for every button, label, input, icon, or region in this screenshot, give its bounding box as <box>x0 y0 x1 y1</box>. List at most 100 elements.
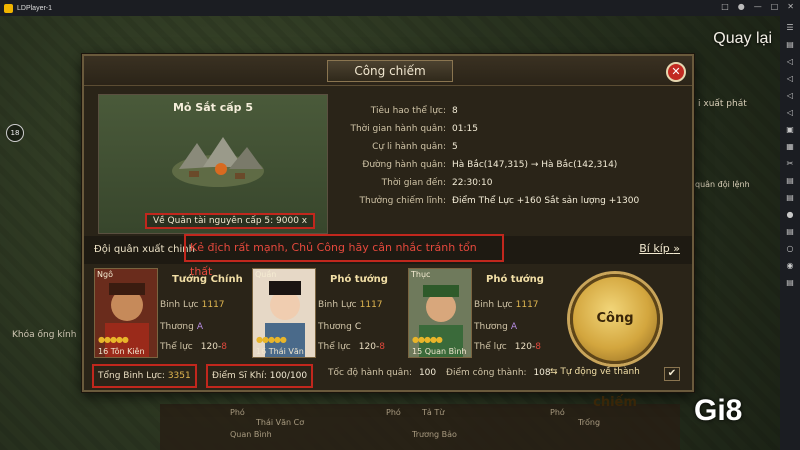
march-speed-label: Tốc độ hành quân: <box>328 368 413 378</box>
sidebar-icon-3[interactable]: ◁ <box>787 56 793 67</box>
troops-stat: Binh Lực 1117 <box>474 300 539 310</box>
total-troops: Tổng Binh Lực: 3351 <box>92 364 197 388</box>
info-value: Điểm Thể Lực +160 Sắt sản lượng +1300 <box>452 196 640 206</box>
sidebar-icon-14[interactable]: ○ <box>787 243 794 254</box>
sidebar-icon-1[interactable]: ☰ <box>786 22 793 33</box>
back-button[interactable]: Quay lại <box>713 30 772 48</box>
general-portrait: Ngô ●●●●● 16 Tôn Kiên <box>94 268 158 358</box>
sidebar-icon-8[interactable]: ▦ <box>786 141 794 152</box>
stamina-value: 120- <box>358 342 380 352</box>
general-name: 16 Tôn Kiên <box>98 347 145 356</box>
grade-stat: Thương C <box>318 322 361 332</box>
bg-text: Trương Bảo <box>412 430 457 439</box>
info-label: Đường hành quân: <box>362 160 446 170</box>
window-control-1[interactable]: □ <box>721 2 729 11</box>
stamina-cost: 8 <box>535 342 541 352</box>
info-label: Tiêu hao thể lực: <box>370 106 446 116</box>
sidebar-icon-2[interactable]: ▤ <box>786 39 794 50</box>
close-window-icon[interactable]: ✕ <box>787 2 794 11</box>
return-arrows-icon: ⇆ <box>550 367 558 377</box>
stamina-label: Thể lực <box>474 342 507 352</box>
bg-army-order-text: quân đội lệnh <box>695 180 750 189</box>
general-avatar-image <box>253 269 315 357</box>
attack-dialog: Công chiếm ✕ Mỏ Sắt cấp 5 Về Quân tài ng… <box>82 54 694 410</box>
sidebar-icon-10[interactable]: ▤ <box>786 175 794 186</box>
grade-label: Thương <box>160 322 194 332</box>
sidebar-icon-6[interactable]: ◁ <box>787 107 793 118</box>
grade-value: C <box>354 322 362 332</box>
stamina-stat: Thể lực 120-8 <box>474 342 541 352</box>
mine-title: Mỏ Sắt cấp 5 <box>172 101 254 114</box>
troops-label: Binh Lực <box>160 300 199 310</box>
auto-return-toggle[interactable]: ⇆ Tự động về thành <box>550 367 640 377</box>
stamina-stat: Thể lực 120-8 <box>318 342 385 352</box>
camera-lock-label[interactable]: Khóa ống kính <box>12 330 76 340</box>
star-rating-icon: ●●●●● <box>412 335 443 344</box>
window-control-2[interactable]: ● <box>738 2 745 11</box>
faction-label: Thục <box>411 270 431 279</box>
mine-panel: Mỏ Sắt cấp 5 Về Quân tài nguyên cấp 5: 9… <box>98 94 328 234</box>
stamina-stat: Thể lực 120-8 <box>160 342 227 352</box>
info-value: 01:15 <box>452 124 478 134</box>
sidebar-icon-5[interactable]: ◁ <box>787 90 793 101</box>
general-portrait: Thục ●●●●● 15 Quan Bình <box>408 268 472 358</box>
grade-label: Thương <box>474 322 508 332</box>
march-speed-value: 100 <box>418 368 437 378</box>
close-icon[interactable]: ✕ <box>666 62 686 82</box>
tips-link[interactable]: Bí kíp » <box>639 242 680 255</box>
stamina-cost: 8 <box>221 342 227 352</box>
troops-stat: Binh Lực 1117 <box>318 300 383 310</box>
general-card[interactable]: Ngô ●●●●● 16 Tôn Kiên Tướng Chính Binh L… <box>94 268 244 360</box>
general-card[interactable]: Thục ●●●●● 15 Quan Bình Phó tướng Binh L… <box>408 268 558 360</box>
bg-departure-text: i xuất phát <box>698 99 747 109</box>
scissors-icon[interactable]: ✂ <box>787 158 794 169</box>
tips-label: Bí kíp <box>639 242 670 255</box>
attack-button[interactable]: Công chiếm <box>570 274 660 410</box>
sidebar-icon-4[interactable]: ◁ <box>787 73 793 84</box>
general-name: 16 Thái Văn <box>256 347 304 356</box>
sidebar-icon-13[interactable]: ▤ <box>786 226 794 237</box>
siege-points: Điểm công thành: 108 <box>446 368 551 378</box>
info-value: 5 <box>452 142 458 152</box>
sidebar-icon-16[interactable]: ▤ <box>786 277 794 288</box>
troops-label: Binh Lực <box>474 300 513 310</box>
sidebar-icon-11[interactable]: ▤ <box>786 192 794 203</box>
info-label: Thời gian đến: <box>381 178 446 188</box>
resource-reward: Về Quân tài nguyên cấp 5: 9000 x <box>145 213 316 229</box>
auto-return-label: Tự động về thành <box>560 367 640 377</box>
grade-label: Thương <box>318 322 352 332</box>
grade-stat: Thương A <box>474 322 517 332</box>
general-role: Phó tướng <box>330 274 388 285</box>
sidebar-icon-7[interactable]: ▣ <box>786 124 794 135</box>
info-value: Hà Bắc(147,315) → Hà Bắc(142,314) <box>452 160 618 170</box>
maximize-icon[interactable]: □ <box>771 2 779 11</box>
window-title: LDPlayer-1 <box>17 4 53 12</box>
general-avatar-image <box>409 269 471 357</box>
window-controls: □ ● — □ ✕ <box>721 2 794 11</box>
sidebar-icon-12[interactable]: ● <box>787 209 794 220</box>
troops-label: Binh Lực <box>318 300 357 310</box>
info-label: Thưởng chiếm lĩnh: <box>359 196 446 206</box>
total-troops-label: Tổng Binh Lực: <box>98 371 165 381</box>
info-value: 8 <box>452 106 458 116</box>
grade-value: A <box>510 322 518 332</box>
morale-value: 100/100 <box>269 371 308 381</box>
location-icon[interactable]: ◉ <box>787 260 794 271</box>
general-name: 15 Quan Bình <box>412 347 467 356</box>
checkbox-icon[interactable]: ✔ <box>664 367 680 381</box>
stamina-cost: 8 <box>379 342 385 352</box>
iron-mine-image <box>172 137 264 187</box>
summary-row: Tổng Binh Lực: 3351 Điểm Sĩ Khí: 100/100… <box>84 362 692 390</box>
level-badge: 18 <box>6 124 24 142</box>
dialog-header: Công chiếm ✕ <box>84 56 692 86</box>
general-card[interactable]: Quần ●●●●● 16 Thái Văn Phó tướng Binh Lự… <box>252 268 402 360</box>
grade-stat: Thương A <box>160 322 203 332</box>
double-chevron-icon: » <box>673 242 680 255</box>
morale: Điểm Sĩ Khí: 100/100 <box>206 364 314 388</box>
dialog-title: Công chiếm <box>327 60 453 82</box>
minimize-icon[interactable]: — <box>754 2 762 11</box>
faction-label: Quần <box>255 270 277 279</box>
total-troops-value: 3351 <box>167 371 191 381</box>
info-label: Thời gian hành quân: <box>350 124 446 134</box>
watermark-logo: Gi8 <box>694 394 743 427</box>
